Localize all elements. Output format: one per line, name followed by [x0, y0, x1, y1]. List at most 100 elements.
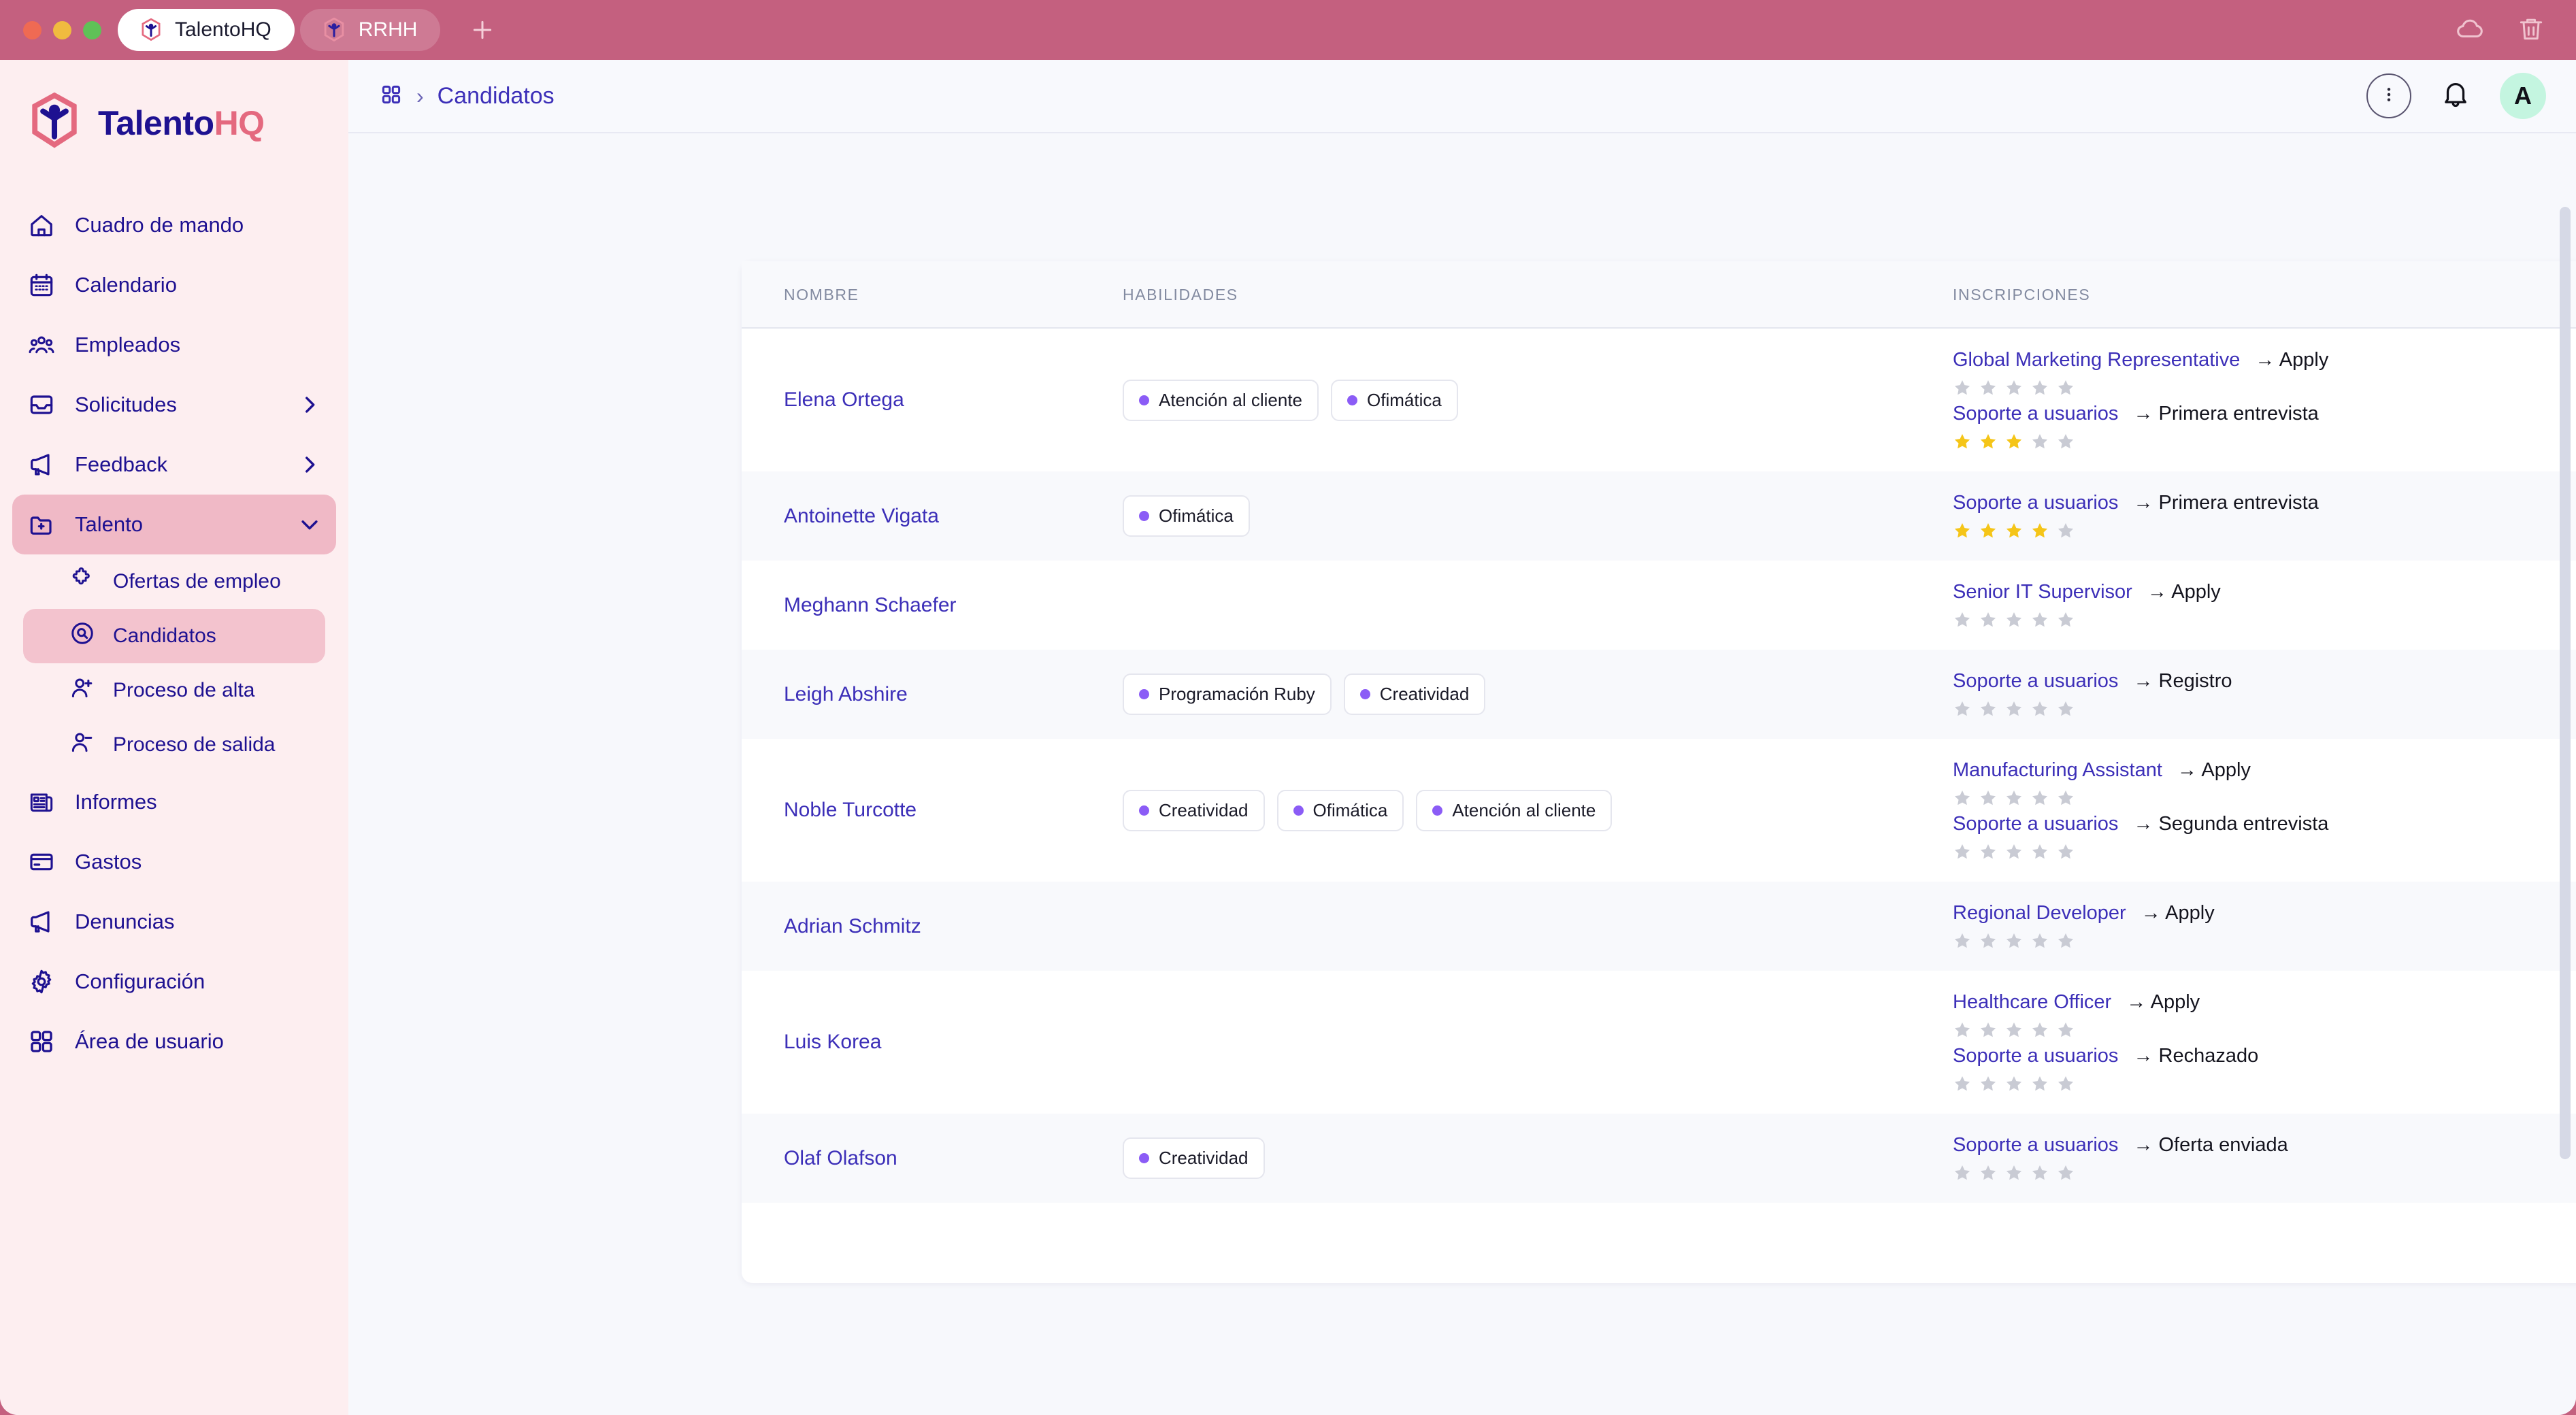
- sidebar-item-label: Informes: [75, 790, 157, 814]
- cloud-icon[interactable]: [2455, 13, 2486, 48]
- rating-stars[interactable]: [1953, 931, 2576, 950]
- rating-stars[interactable]: [1953, 1020, 2576, 1039]
- sidebar-item-candidatos[interactable]: Candidatos: [23, 609, 325, 663]
- enrollment-job-link[interactable]: Soporte a usuarios: [1953, 492, 2118, 514]
- skill-dot-icon: [1139, 689, 1149, 699]
- skill-badge[interactable]: Atención al cliente: [1416, 789, 1613, 831]
- sidebar-item-label: Talento: [75, 512, 143, 536]
- rating-stars[interactable]: [1953, 610, 2576, 629]
- close-window-button[interactable]: [23, 20, 42, 39]
- sidebar-item-feedback[interactable]: Feedback: [12, 435, 336, 495]
- skill-badge-label: Atención al cliente: [1452, 799, 1596, 820]
- enrollment-job-link[interactable]: Regional Developer: [1953, 902, 2126, 925]
- skill-badge[interactable]: Creatividad: [1343, 673, 1486, 715]
- table-row[interactable]: Olaf Olafson Creatividad Soporte a usuario…: [742, 1114, 2576, 1203]
- rating-stars[interactable]: [1953, 1074, 2576, 1093]
- sidebar-item-solicitudes[interactable]: Solicitudes: [12, 375, 336, 435]
- table-row[interactable]: Antoinette Vigata Ofimática Soporte a usua…: [742, 471, 2576, 561]
- candidate-name[interactable]: Luis Korea: [742, 971, 1123, 1114]
- skill-badge[interactable]: Atención al cliente: [1123, 379, 1319, 421]
- table-row[interactable]: Elena Ortega Atención al cliente Ofimática…: [742, 328, 2576, 471]
- scrollbar-thumb[interactable]: [2560, 207, 2571, 1159]
- column-header-habilidades: HABILIDADES: [1123, 261, 1953, 329]
- folder-plus-icon: [27, 510, 56, 539]
- enrollment-job-link[interactable]: Senior IT Supervisor: [1953, 581, 2132, 603]
- rating-stars[interactable]: [1953, 842, 2576, 861]
- enrollments-cell: Global Marketing Representative → Apply So…: [1953, 328, 2576, 471]
- sidebar-item-area-de-usuario[interactable]: Área de usuario: [12, 1012, 336, 1071]
- table-row[interactable]: Noble Turcotte Creatividad Ofimática Atenci…: [742, 739, 2576, 882]
- sidebar-item-informes[interactable]: Informes: [12, 772, 336, 832]
- skill-badge[interactable]: Programación Ruby: [1123, 673, 1332, 715]
- sidebar-item-empleados[interactable]: Empleados: [12, 315, 336, 375]
- sidebar-item-proceso-de-salida[interactable]: Proceso de salida: [23, 718, 325, 772]
- enrollment-item: Healthcare Officer → Apply: [1953, 991, 2576, 1039]
- skill-badge[interactable]: Creatividad: [1123, 789, 1265, 831]
- bell-icon[interactable]: [2440, 79, 2471, 114]
- sidebar-item-proceso-de-alta[interactable]: Proceso de alta: [23, 663, 325, 718]
- grid-icon[interactable]: [380, 83, 403, 110]
- rating-stars[interactable]: [1953, 1163, 2576, 1182]
- table-row[interactable]: Leigh Abshire Programación Ruby Creativida…: [742, 650, 2576, 739]
- candidate-name[interactable]: Meghann Schaefer: [742, 561, 1123, 650]
- candidate-name[interactable]: Leigh Abshire: [742, 650, 1123, 739]
- skill-badge[interactable]: Ofimática: [1331, 379, 1458, 421]
- minimize-window-button[interactable]: [53, 20, 71, 39]
- rating-stars[interactable]: [1953, 699, 2576, 718]
- sidebar-item-label: Configuración: [75, 969, 205, 993]
- trash-icon[interactable]: [2516, 14, 2546, 47]
- sidebar-subitem-label: Candidatos: [113, 625, 216, 647]
- sidebar-item-label: Feedback: [75, 452, 168, 476]
- enrollment-job-link[interactable]: Global Marketing Representative: [1953, 349, 2240, 371]
- skill-badge[interactable]: Ofimática: [1123, 495, 1250, 537]
- megaphone-icon: [27, 908, 56, 936]
- talento-logo-icon: [141, 18, 161, 41]
- sidebar-subitem-label: Ofertas de empleo: [113, 570, 281, 593]
- sidebar-item-talento[interactable]: Talento: [12, 495, 336, 554]
- window-controls[interactable]: [0, 20, 101, 39]
- enrollment-job-link[interactable]: Soporte a usuarios: [1953, 670, 2118, 693]
- tab-rrhh[interactable]: RRHH: [299, 9, 441, 51]
- enrollment-job-link[interactable]: Manufacturing Assistant: [1953, 759, 2162, 782]
- skill-badge-label: Programación Ruby: [1159, 684, 1315, 704]
- enrollment-job-link[interactable]: Soporte a usuarios: [1953, 403, 2118, 425]
- tab-talentohq[interactable]: TalentoHQ: [118, 9, 295, 51]
- candidate-name[interactable]: Noble Turcotte: [742, 739, 1123, 882]
- avatar[interactable]: A: [2500, 73, 2546, 119]
- new-tab-button[interactable]: [465, 12, 500, 48]
- enrollment-job-link[interactable]: Soporte a usuarios: [1953, 813, 2118, 835]
- sidebar-item-calendario[interactable]: Calendario: [12, 255, 336, 315]
- rating-stars[interactable]: [1953, 788, 2576, 808]
- skill-dot-icon: [1347, 395, 1358, 405]
- app-logo[interactable]: TalentoHQ: [0, 60, 348, 153]
- sidebar-item-denuncias[interactable]: Denuncias: [12, 892, 336, 952]
- enrollment-item: Soporte a usuarios → Primera entrevista: [1953, 403, 2576, 451]
- skill-badge-list: Ofimática: [1123, 495, 1939, 537]
- enrollments-cell: Regional Developer → Apply: [1953, 882, 2576, 971]
- table-row[interactable]: Adrian Schmitz Regional Developer → Apply: [742, 882, 2576, 971]
- table-row[interactable]: Meghann Schaefer Senior IT Supervisor → Ap…: [742, 561, 2576, 650]
- skill-badge[interactable]: Creatividad: [1123, 1137, 1265, 1179]
- candidate-name[interactable]: Olaf Olafson: [742, 1114, 1123, 1203]
- table-row[interactable]: Luis Korea Healthcare Officer → Apply Sopor…: [742, 971, 2576, 1114]
- sidebar-item-cuadro-de-mando[interactable]: Cuadro de mando: [12, 195, 336, 255]
- enrollment-job-link[interactable]: Soporte a usuarios: [1953, 1045, 2118, 1067]
- more-options-button[interactable]: [2366, 73, 2411, 118]
- rating-stars[interactable]: [1953, 521, 2576, 540]
- enrollment-line: Soporte a usuarios → Rechazado: [1953, 1045, 2576, 1067]
- enrollment-job-link[interactable]: Healthcare Officer: [1953, 991, 2111, 1014]
- sidebar-item-label: Solicitudes: [75, 393, 177, 416]
- table-body: Elena Ortega Atención al cliente Ofimática…: [742, 328, 2576, 1203]
- candidate-name[interactable]: Antoinette Vigata: [742, 471, 1123, 561]
- rating-stars[interactable]: [1953, 378, 2576, 397]
- sidebar-item-configuracion[interactable]: Configuración: [12, 952, 336, 1012]
- sidebar-item-ofertas-de-empleo[interactable]: Ofertas de empleo: [23, 554, 325, 609]
- skill-badge[interactable]: Ofimática: [1276, 789, 1404, 831]
- rating-stars[interactable]: [1953, 432, 2576, 451]
- candidate-name[interactable]: Adrian Schmitz: [742, 882, 1123, 971]
- vertical-scrollbar[interactable]: [2560, 207, 2571, 1408]
- maximize-window-button[interactable]: [83, 20, 101, 39]
- sidebar-item-gastos[interactable]: Gastos: [12, 832, 336, 892]
- candidate-name[interactable]: Elena Ortega: [742, 328, 1123, 471]
- enrollment-job-link[interactable]: Soporte a usuarios: [1953, 1134, 2118, 1156]
